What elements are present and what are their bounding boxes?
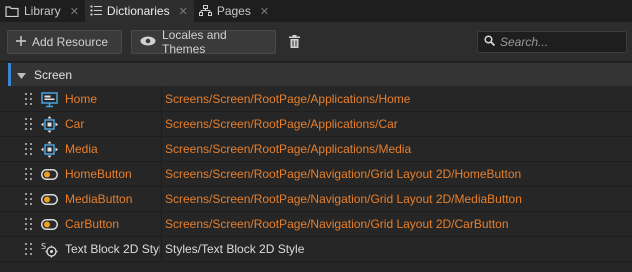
resource-row[interactable]: CarButton Screens/Screen/RootPage/Naviga… (0, 212, 632, 237)
close-icon[interactable]: ✕ (260, 5, 269, 18)
drag-handle-icon[interactable] (25, 193, 33, 205)
group-header-screen[interactable]: Screen (8, 63, 632, 86)
trash-icon[interactable] (289, 35, 300, 51)
drag-handle-icon[interactable] (25, 218, 33, 230)
search-input[interactable] (500, 35, 620, 49)
eye-icon (140, 35, 156, 49)
tab-bar: Library ✕ Dictionaries ✕ Pages ✕ (0, 0, 632, 22)
group-label: Screen (34, 67, 73, 82)
column-divider (161, 162, 162, 186)
resource-row[interactable]: Car Screens/Screen/RootPage/Applications… (0, 112, 632, 137)
library-icon (5, 5, 19, 17)
resource-name[interactable]: Text Block 2D Style (65, 237, 160, 261)
pages-icon (198, 5, 212, 17)
resource-path[interactable]: Screens/Screen/RootPage/Applications/Car (165, 112, 398, 136)
svg-text:S: S (41, 242, 46, 251)
resource-path[interactable]: Styles/Text Block 2D Style (165, 237, 304, 261)
resource-name[interactable]: Car (65, 112, 160, 136)
drag-handle-icon[interactable] (25, 168, 33, 180)
dictionaries-icon (90, 5, 102, 17)
close-icon[interactable]: ✕ (70, 5, 79, 18)
resource-path[interactable]: Screens/Screen/RootPage/Navigation/Grid … (165, 212, 509, 236)
drag-handle-icon[interactable] (25, 243, 33, 255)
tab-library[interactable]: Library ✕ (0, 0, 85, 22)
search-icon (484, 35, 496, 49)
resource-row[interactable]: Home Screens/Screen/RootPage/Application… (0, 87, 632, 112)
drag-handle-icon[interactable] (25, 118, 33, 130)
column-divider (161, 187, 162, 211)
tab-dictionaries[interactable]: Dictionaries ✕ (84, 0, 194, 22)
toggle-button-icon (41, 216, 58, 233)
move-component-icon (41, 116, 58, 133)
resource-name[interactable]: Media (65, 137, 160, 161)
resource-name[interactable]: MediaButton (65, 187, 160, 211)
toggle-button-icon (41, 191, 58, 208)
add-resource-button[interactable]: Add Resource (7, 30, 122, 54)
resource-name[interactable]: HomeButton (65, 162, 160, 186)
drag-handle-icon[interactable] (25, 93, 33, 105)
resource-name[interactable]: CarButton (65, 212, 160, 236)
resource-path[interactable]: Screens/Screen/RootPage/Navigation/Grid … (165, 187, 522, 211)
search-box[interactable] (477, 31, 627, 53)
resource-name[interactable]: Home (65, 87, 160, 111)
plus-icon (16, 35, 26, 49)
collapse-triangle-icon[interactable] (17, 68, 26, 82)
column-divider (161, 137, 162, 161)
resource-row[interactable]: MediaButton Screens/Screen/RootPage/Navi… (0, 187, 632, 212)
resource-list: Home Screens/Screen/RootPage/Application… (0, 87, 632, 262)
column-divider (161, 237, 162, 261)
add-resource-label: Add Resource (32, 35, 109, 49)
column-divider (161, 87, 162, 111)
column-divider (161, 112, 162, 136)
tab-label: Library (24, 4, 61, 18)
monitor-icon (41, 91, 58, 108)
resource-row[interactable]: S Text Block 2D Style Styles/Text Block … (0, 237, 632, 262)
move-component-icon (41, 141, 58, 158)
resource-path[interactable]: Screens/Screen/RootPage/Navigation/Grid … (165, 162, 521, 186)
toolbar: Add Resource Locales and Themes (0, 22, 632, 62)
locales-and-themes-button[interactable]: Locales and Themes (131, 28, 276, 56)
resource-row[interactable]: HomeButton Screens/Screen/RootPage/Navig… (0, 162, 632, 187)
resource-path[interactable]: Screens/Screen/RootPage/Applications/Hom… (165, 87, 410, 111)
tab-pages[interactable]: Pages ✕ (194, 0, 275, 22)
toggle-button-icon (41, 166, 58, 183)
resource-path[interactable]: Screens/Screen/RootPage/Applications/Med… (165, 137, 411, 161)
close-icon[interactable]: ✕ (179, 5, 188, 18)
drag-handle-icon[interactable] (25, 143, 33, 155)
resource-row[interactable]: Media Screens/Screen/RootPage/Applicatio… (0, 137, 632, 162)
column-divider (161, 212, 162, 236)
tab-label: Dictionaries (106, 4, 170, 18)
locales-and-themes-label: Locales and Themes (162, 28, 227, 56)
style-icon: S (41, 241, 58, 258)
tab-label: Pages (216, 4, 251, 18)
